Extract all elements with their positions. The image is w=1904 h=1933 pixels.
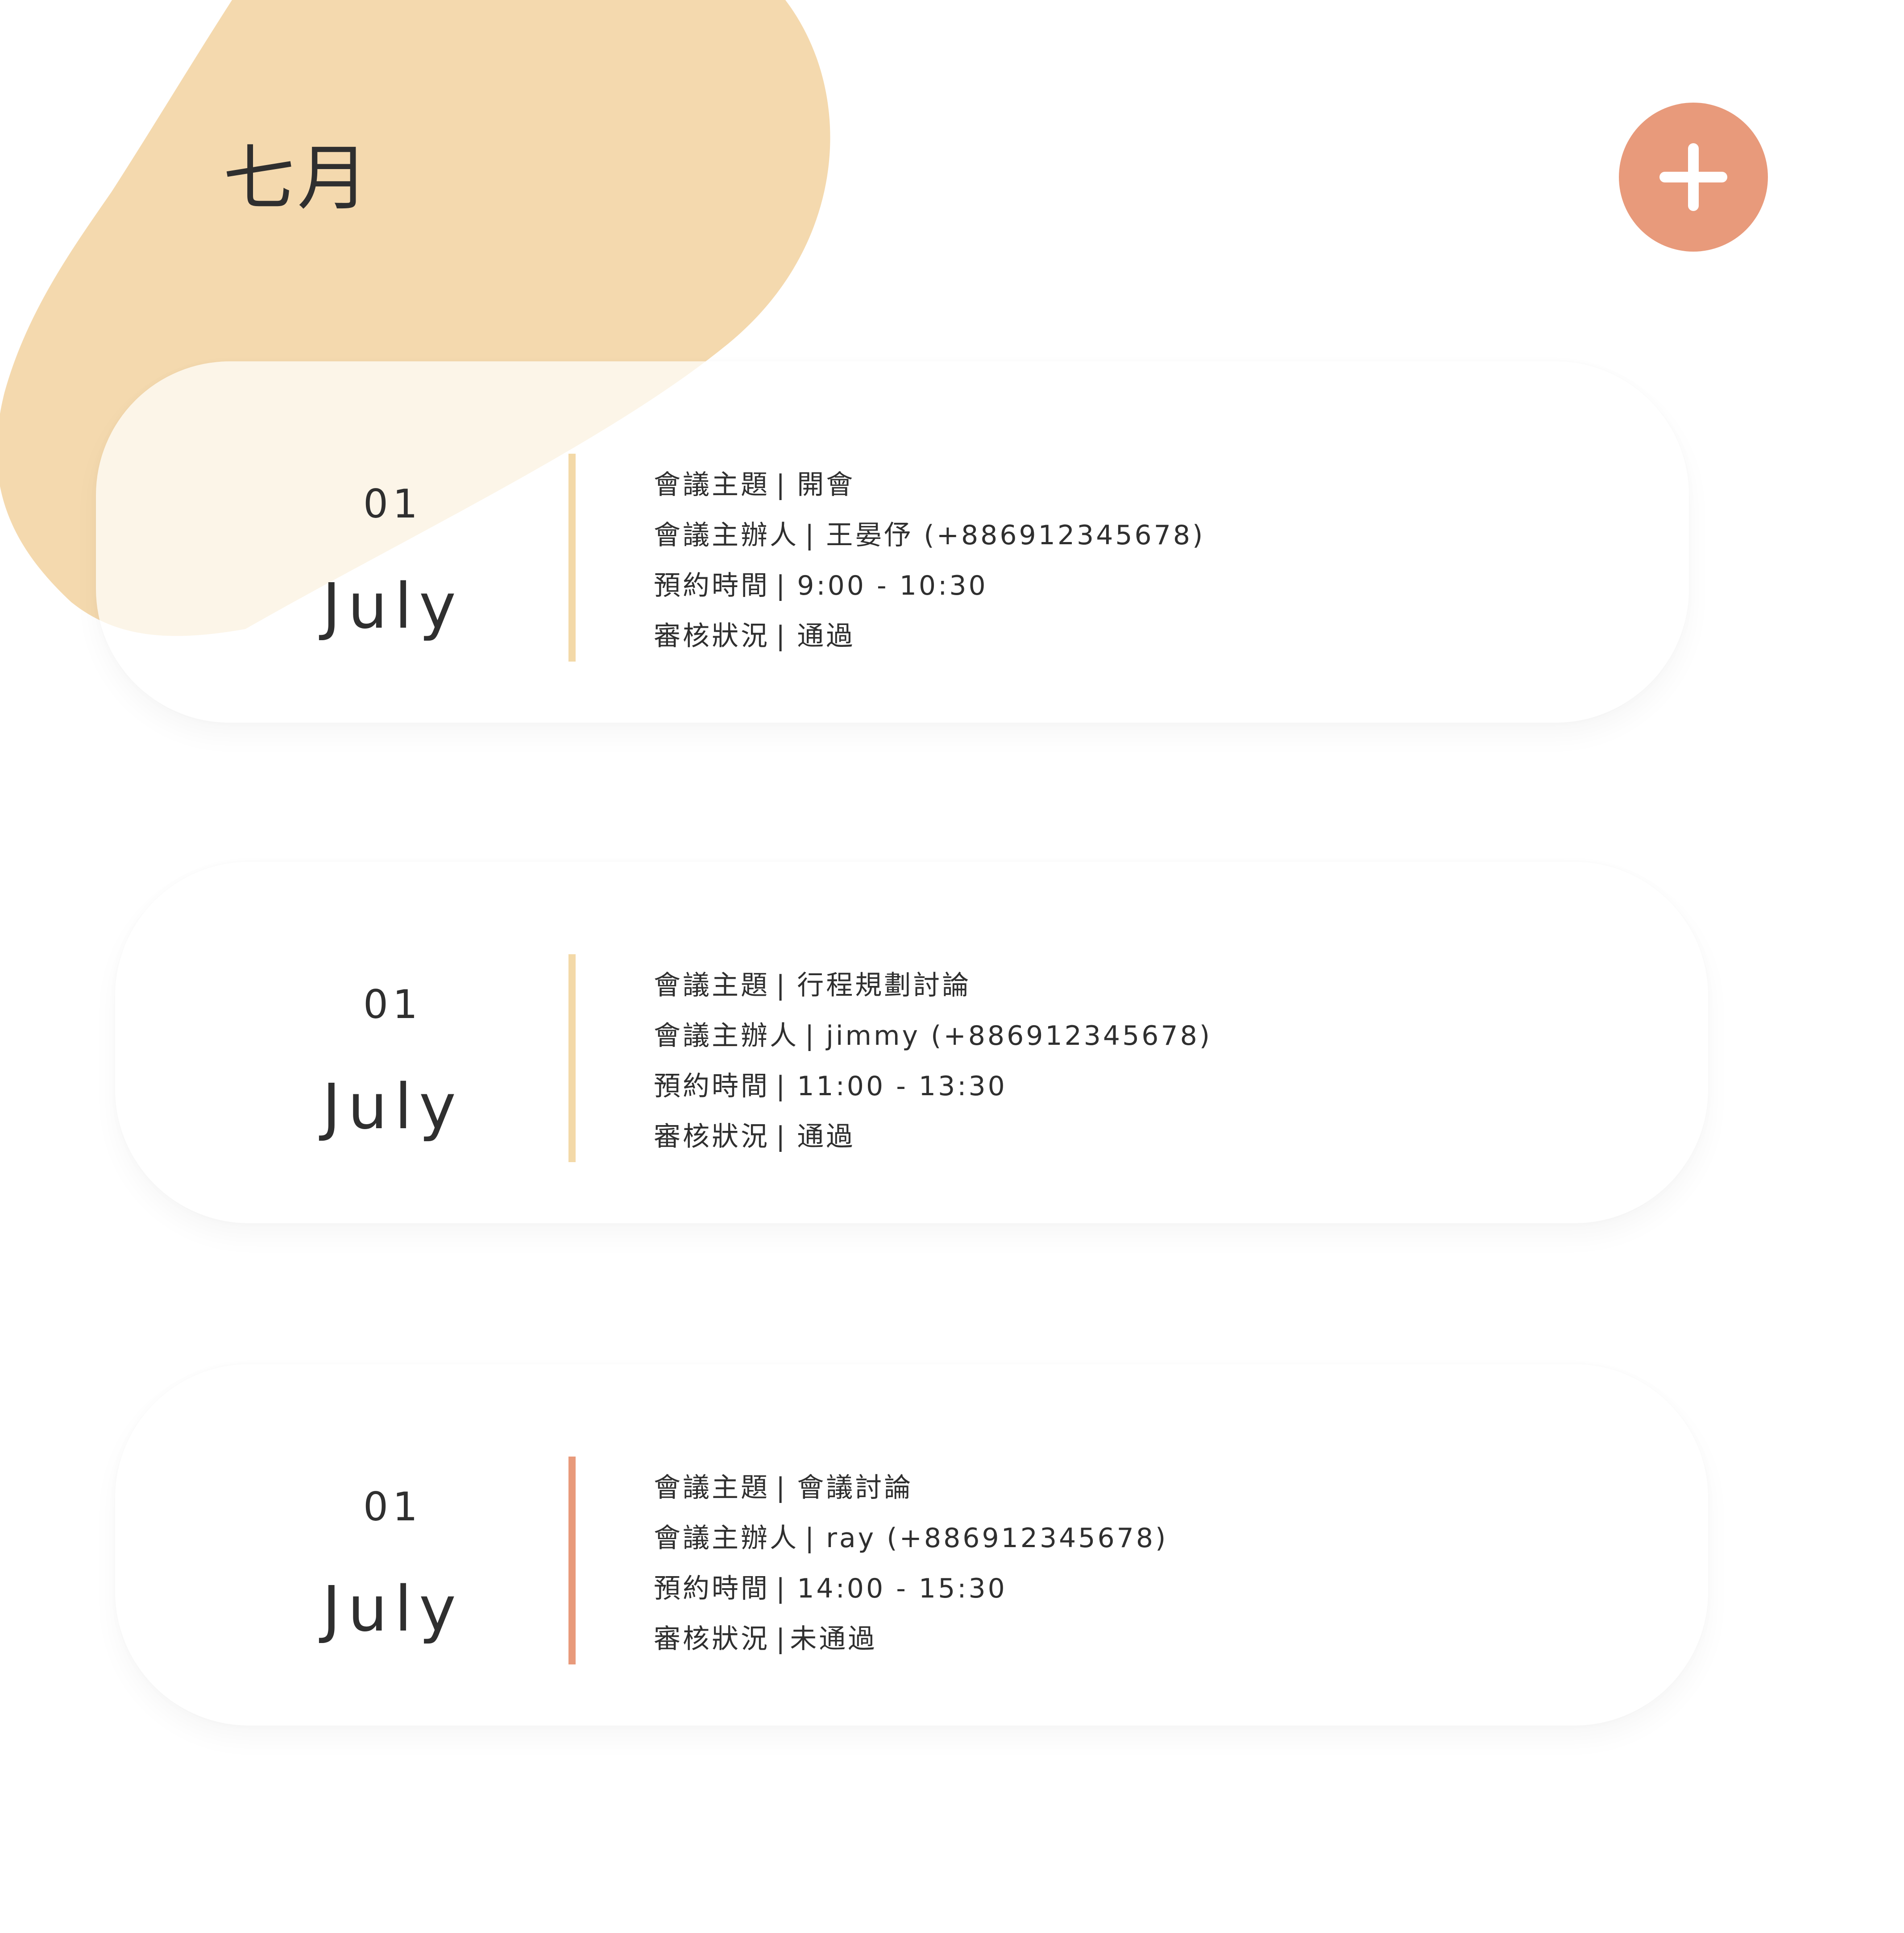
separator: | (805, 1523, 817, 1554)
field-label: 預約時間 (654, 570, 770, 601)
field-label: 預約時間 (654, 1573, 770, 1604)
meeting-time: 14:00 - 15:30 (797, 1573, 1007, 1604)
field-label: 預約時間 (654, 1071, 770, 1102)
page-title: 七月 (223, 137, 372, 220)
field-label: 會議主題 (654, 469, 770, 501)
separator: | (776, 621, 788, 652)
add-meeting-button[interactable] (1619, 103, 1768, 252)
separator: | (776, 1121, 788, 1152)
meeting-status: 通過 (797, 1121, 855, 1152)
meeting-host: 王晏伃 (+886912345678) (826, 520, 1205, 551)
field-label: 審核狀況 (654, 1623, 770, 1655)
meeting-month: July (322, 570, 463, 643)
meeting-info: 會議主題 | 會議討論 會議主辦人 | ray (+886912345678) 預約時間… (654, 1463, 1168, 1664)
field-label: 會議主辦人 (654, 1020, 799, 1051)
meeting-time-row: 預約時間 | 11:00 - 13:30 (654, 1061, 1212, 1112)
field-label: 會議主題 (654, 1472, 770, 1503)
separator: | (805, 1020, 817, 1051)
meeting-status: 通過 (797, 621, 855, 652)
meeting-card[interactable]: 01 July 會議主題 | 行程規劃討論 會議主辦人 | jimmy (+886912… (115, 862, 1708, 1223)
meeting-month: July (322, 1071, 463, 1143)
separator: | (776, 1623, 788, 1655)
meeting-info: 會議主題 | 開會 會議主辦人 | 王晏伃 (+886912345678) 預約時間 | 9… (654, 460, 1205, 662)
meeting-month: July (322, 1573, 463, 1646)
meeting-topic: 行程規劃討論 (797, 970, 971, 1001)
meeting-topic-row: 會議主題 | 會議討論 (654, 1463, 1168, 1513)
separator: | (776, 469, 788, 501)
meeting-time: 9:00 - 10:30 (797, 570, 988, 601)
plus-icon (1659, 143, 1727, 211)
meeting-topic: 會議討論 (797, 1472, 913, 1503)
field-label: 會議主辦人 (654, 1523, 799, 1554)
separator: | (776, 970, 788, 1001)
status-divider (568, 954, 576, 1162)
field-label: 審核狀況 (654, 1121, 770, 1152)
meeting-host-row: 會議主辦人 | jimmy (+886912345678) (654, 1011, 1212, 1061)
meeting-status-row: 審核狀況 | 未通過 (654, 1614, 1168, 1664)
meeting-topic-row: 會議主題 | 行程規劃討論 (654, 960, 1212, 1011)
meeting-time-row: 預約時間 | 14:00 - 15:30 (654, 1564, 1168, 1614)
field-label: 審核狀況 (654, 621, 770, 652)
meeting-time: 11:00 - 13:30 (797, 1071, 1007, 1102)
meeting-info: 會議主題 | 行程規劃討論 會議主辦人 | jimmy (+886912345678) … (654, 960, 1212, 1162)
meeting-host: jimmy (+886912345678) (826, 1020, 1212, 1051)
field-label: 會議主辦人 (654, 520, 799, 551)
meeting-day: 01 (363, 1484, 422, 1530)
meeting-host-row: 會議主辦人 | 王晏伃 (+886912345678) (654, 510, 1205, 561)
meeting-status-row: 審核狀況 | 通過 (654, 1112, 1212, 1162)
meeting-status: 未通過 (790, 1623, 877, 1655)
status-divider (568, 454, 576, 662)
separator: | (776, 570, 788, 601)
meeting-card[interactable]: 01 July 會議主題 | 開會 會議主辦人 | 王晏伃 (+886912345678… (96, 361, 1689, 723)
meeting-day: 01 (363, 981, 422, 1027)
meeting-status-row: 審核狀況 | 通過 (654, 611, 1205, 662)
separator: | (776, 1071, 788, 1102)
separator: | (776, 1573, 788, 1604)
field-label: 會議主題 (654, 970, 770, 1001)
meeting-host: ray (+886912345678) (826, 1523, 1168, 1554)
status-divider (568, 1457, 576, 1664)
meeting-time-row: 預約時間 | 9:00 - 10:30 (654, 561, 1205, 611)
meeting-topic-row: 會議主題 | 開會 (654, 460, 1205, 510)
meeting-host-row: 會議主辦人 | ray (+886912345678) (654, 1513, 1168, 1564)
meeting-topic: 開會 (797, 469, 855, 501)
separator: | (776, 1472, 788, 1503)
meeting-day: 01 (363, 481, 422, 527)
meeting-card[interactable]: 01 July 會議主題 | 會議討論 會議主辦人 | ray (+8869123456… (115, 1364, 1708, 1726)
separator: | (805, 520, 817, 551)
